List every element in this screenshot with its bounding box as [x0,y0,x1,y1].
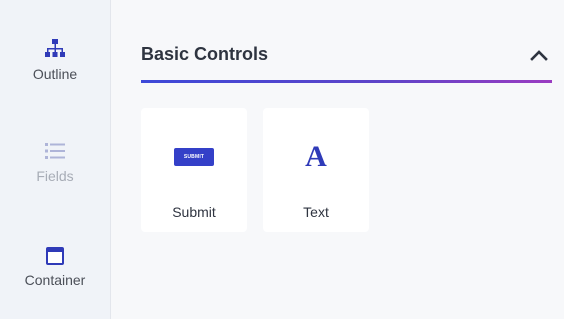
collapse-button[interactable] [524,40,554,70]
submit-button-icon: SUBMIT [174,148,214,166]
control-card-label: Text [303,204,329,220]
container-icon [46,247,64,265]
sidebar: Outline Fields Container [0,0,111,319]
sidebar-item-label: Outline [32,66,78,82]
sidebar-item-outline[interactable]: Outline [0,38,110,82]
outline-tree-icon [45,39,65,57]
panel-title: Basic Controls [141,44,269,64]
sidebar-item-label: Fields [36,168,74,184]
control-card-submit[interactable]: SUBMIT Submit [141,108,247,232]
chevron-up-icon [530,50,548,61]
sidebar-item-label: Container [24,272,86,288]
basic-controls-panel: Basic Controls SUBMIT Submit A Text [111,0,564,319]
control-card-label: Submit [172,204,216,220]
sidebar-item-container[interactable]: Container [0,246,110,288]
sidebar-item-fields[interactable]: Fields [0,140,110,184]
text-icon: A [305,140,327,173]
control-card-text[interactable]: A Text [263,108,369,232]
panel-divider [141,80,552,83]
list-icon [45,143,65,159]
